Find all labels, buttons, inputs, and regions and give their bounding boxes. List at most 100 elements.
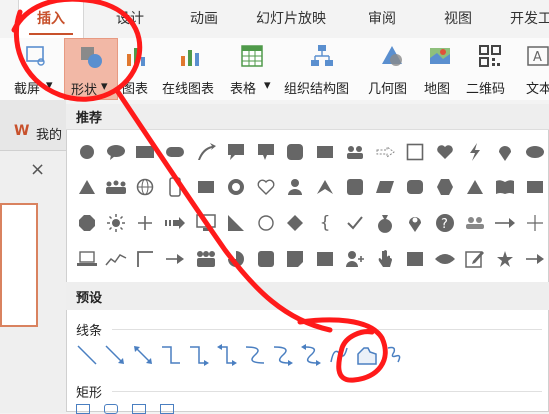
arrow-right-icon[interactable] (494, 212, 516, 234)
eye-shape-icon[interactable] (434, 248, 456, 270)
elbow-connector-shape-icon[interactable] (160, 344, 182, 366)
folded-corner-shape-icon[interactable] (284, 248, 306, 270)
add-person-icon[interactable] (344, 248, 366, 270)
triangle-shape-icon[interactable] (76, 176, 98, 198)
rect-shape-icon[interactable] (314, 248, 336, 270)
person-icon[interactable] (284, 176, 306, 198)
rounded-square-shape-icon[interactable] (284, 141, 306, 163)
slide-thumbnail[interactable] (0, 203, 38, 327)
text-button[interactable]: A 文本 (522, 38, 549, 100)
phone-icon[interactable] (164, 176, 186, 198)
crowd-icon[interactable] (105, 176, 127, 198)
geometry-icon (382, 46, 402, 66)
chart-button[interactable]: 图表 (120, 38, 154, 100)
qrcode-button[interactable]: 二维码 (464, 38, 516, 100)
rect-small-shape-icon[interactable] (314, 141, 336, 163)
tab-animation[interactable]: 动画 (190, 0, 218, 38)
rounded-rectangle-shape-icon[interactable] (104, 404, 118, 414)
table-button[interactable]: 表格 ▾ (230, 38, 276, 100)
cross-shape-icon[interactable] (524, 212, 546, 234)
star-shape-icon[interactable] (494, 248, 516, 270)
ellipse-shape-icon[interactable] (524, 141, 546, 163)
brace-shape-icon[interactable]: { (314, 212, 336, 234)
arrow-right-icon[interactable] (524, 248, 546, 270)
chevron-up-shape-icon[interactable] (314, 176, 336, 198)
freeform-shape-icon[interactable] (356, 344, 378, 366)
line-shape-icon[interactable] (76, 344, 98, 366)
curved-connector-shape-icon[interactable] (244, 344, 266, 366)
corner-shape-icon[interactable] (134, 248, 156, 270)
book-icon[interactable] (494, 176, 516, 198)
elbow-double-arrow-connector-shape-icon[interactable] (216, 344, 238, 366)
octagon-shape-icon[interactable] (76, 212, 98, 234)
people-group-icon[interactable] (344, 141, 366, 163)
oval-shape-icon[interactable] (76, 141, 98, 163)
tab-slideshow[interactable]: 幻灯片放映 (256, 0, 326, 38)
tab-view[interactable]: 视图 (444, 0, 472, 38)
rectangle-shape-icon[interactable] (160, 404, 174, 414)
location-pin-icon[interactable] (404, 212, 426, 234)
rounded-rect-shape-icon[interactable] (164, 141, 186, 163)
tab-developer[interactable]: 开发工 (510, 0, 549, 38)
laptop-icon[interactable] (76, 248, 98, 270)
snip-rectangle-shape-icon[interactable] (132, 404, 146, 414)
scribble-shape-icon[interactable] (384, 344, 406, 366)
dotted-arrow-shape-icon[interactable] (374, 141, 396, 163)
tab-insert[interactable]: 插入 (18, 0, 84, 39)
hand-pointer-icon[interactable] (374, 248, 396, 270)
callout-shape-icon[interactable] (225, 141, 247, 163)
parallelogram-shape-icon[interactable] (374, 176, 396, 198)
line-chart-icon[interactable] (105, 248, 127, 270)
screenshot-button[interactable]: 截屏 ▾ (0, 38, 62, 100)
question-icon[interactable]: ? (434, 212, 456, 234)
pyramid-shape-icon[interactable] (464, 176, 486, 198)
rect-shape-icon[interactable] (195, 176, 217, 198)
striped-arrow-shape-icon[interactable] (164, 212, 186, 234)
monitor-icon[interactable] (195, 212, 217, 234)
online-chart-button[interactable]: 在线图表 (160, 38, 224, 100)
geometry-button[interactable]: 几何图 (366, 38, 418, 100)
rounded-square-shape-icon[interactable] (344, 176, 366, 198)
arrow-right-icon[interactable] (164, 248, 186, 270)
rectangle-shape-icon[interactable] (134, 141, 156, 163)
pie-shape-icon[interactable] (225, 248, 247, 270)
elbow-arrow-connector-shape-icon[interactable] (188, 344, 210, 366)
close-icon[interactable]: × (30, 159, 45, 180)
teardrop-shape-icon[interactable] (494, 141, 516, 163)
edit-icon[interactable] (464, 248, 486, 270)
arrow-line-shape-icon[interactable] (104, 344, 126, 366)
donut-shape-icon[interactable] (225, 176, 247, 198)
curved-double-arrow-connector-shape-icon[interactable] (300, 344, 322, 366)
sun-icon[interactable] (105, 212, 127, 234)
rounded-rect-shape-icon[interactable] (404, 176, 426, 198)
square-outline-shape-icon[interactable] (404, 141, 426, 163)
org-chart-button[interactable]: 组织结构图 (282, 38, 362, 100)
hexagon-shape-icon[interactable] (434, 176, 456, 198)
lightning-shape-icon[interactable] (464, 141, 486, 163)
people-icon[interactable] (464, 212, 486, 234)
diamond-shape-icon[interactable] (284, 212, 306, 234)
rounded-square-shape-icon[interactable] (255, 248, 277, 270)
rect-shape-icon[interactable] (524, 176, 546, 198)
map-button[interactable]: 地图 (422, 38, 460, 100)
circle-outline-shape-icon[interactable] (255, 212, 277, 234)
rectangle-shape-icon[interactable] (76, 404, 90, 414)
rect-shape-icon[interactable] (404, 248, 426, 270)
curved-arrow-connector-shape-icon[interactable] (272, 344, 294, 366)
shapes-button[interactable]: 形状 ▾ (64, 38, 118, 100)
globe-icon[interactable] (134, 176, 156, 198)
plus-icon[interactable] (134, 212, 156, 234)
heart-shape-icon[interactable] (434, 141, 456, 163)
right-triangle-shape-icon[interactable] (225, 212, 247, 234)
callout-rect-shape-icon[interactable] (255, 141, 277, 163)
curve-shape-icon[interactable] (328, 344, 350, 366)
crowd-icon[interactable] (195, 248, 217, 270)
heart-outline-shape-icon[interactable] (255, 176, 277, 198)
curved-arrow-shape-icon[interactable] (195, 141, 217, 163)
tab-review[interactable]: 审阅 (368, 0, 396, 38)
speech-bubble-shape-icon[interactable] (105, 141, 127, 163)
checkmark-icon[interactable] (344, 212, 366, 234)
money-bag-icon[interactable] (374, 212, 396, 234)
tab-design[interactable]: 设计 (116, 0, 144, 38)
double-arrow-line-shape-icon[interactable] (132, 344, 154, 366)
